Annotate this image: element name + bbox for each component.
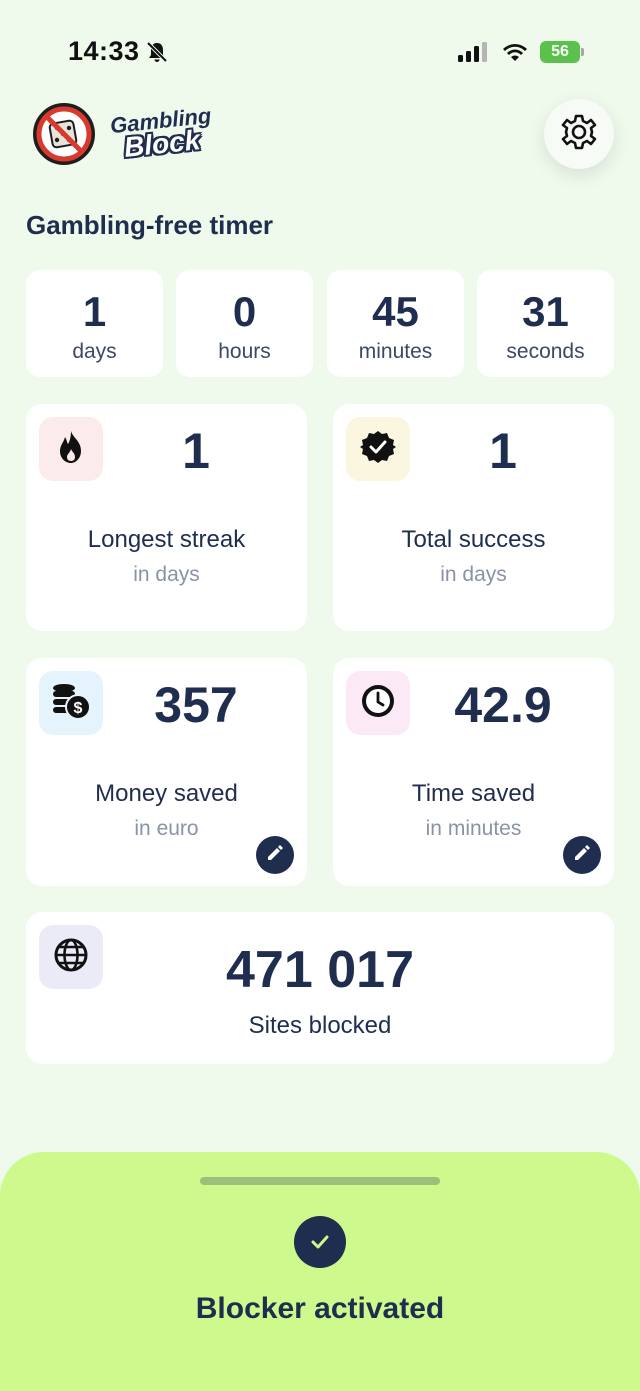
status-bar: 14:33 56 — [0, 0, 640, 100]
settings-button[interactable] — [544, 99, 614, 169]
pencil-icon — [573, 844, 591, 867]
time-saved-label: Time saved — [411, 780, 536, 807]
sheet-drag-handle[interactable] — [200, 1177, 440, 1185]
check-icon — [294, 1216, 346, 1268]
sites-blocked-label: Sites blocked — [248, 1012, 392, 1039]
app-logo: Gambling Block — [32, 100, 222, 170]
clock-icon-tile — [346, 671, 410, 735]
total-success-unit: in days — [440, 563, 507, 586]
logo-text-block: Block — [122, 124, 202, 163]
badge-icon-tile — [346, 417, 410, 481]
battery-icon: 56 — [540, 41, 584, 63]
pencil-icon — [266, 844, 284, 867]
timer-minutes: 45 minutes — [327, 270, 464, 377]
edit-time-button[interactable] — [563, 836, 601, 874]
battery-level: 56 — [551, 43, 569, 60]
timer-unit: seconds — [506, 340, 585, 363]
timer-days: 1 days — [26, 270, 163, 377]
timer-value: 1 — [82, 288, 107, 335]
bell-slash-icon — [145, 40, 169, 64]
coins-icon: $ — [51, 682, 91, 725]
signal-icon — [458, 42, 490, 67]
total-success-card: 1 Total success in days — [333, 404, 614, 631]
time-saved-value: 42.9 — [454, 677, 552, 733]
blocker-status-sheet[interactable]: Blocker activated — [0, 1152, 640, 1391]
total-success-value: 1 — [489, 423, 517, 479]
dice-ban-icon — [32, 102, 96, 166]
edit-money-button[interactable] — [256, 836, 294, 874]
total-success-label: Total success — [401, 526, 546, 553]
longest-streak-card: 1 Longest streak in days — [26, 404, 307, 631]
timer-unit: days — [72, 340, 117, 363]
status-time: 14:33 — [68, 36, 140, 66]
coins-icon-tile: $ — [39, 671, 103, 735]
timer-seconds: 31 seconds — [477, 270, 614, 377]
longest-streak-unit: in days — [133, 563, 200, 586]
timer-unit: hours — [218, 340, 271, 363]
sites-blocked-card: 471 017 Sites blocked — [26, 912, 614, 1064]
time-saved-card: 42.9 Time saved in minutes — [333, 658, 614, 886]
svg-text:$: $ — [74, 700, 83, 717]
money-saved-label: Money saved — [95, 780, 238, 807]
flame-icon — [55, 429, 87, 470]
gear-icon — [560, 113, 598, 156]
timer-hours: 0 hours — [176, 270, 313, 377]
clock-icon — [360, 683, 396, 724]
timer-value: 0 — [232, 288, 257, 335]
flame-icon-tile — [39, 417, 103, 481]
sites-blocked-value: 471 017 — [226, 941, 414, 999]
verified-badge-icon — [360, 429, 396, 470]
timer-value: 31 — [522, 288, 569, 335]
wifi-icon — [502, 42, 528, 67]
money-saved-card: $ 357 Money saved in euro — [26, 658, 307, 886]
longest-streak-value: 1 — [182, 423, 210, 479]
blocker-status-text: Blocker activated — [195, 1292, 445, 1325]
money-saved-value: 357 — [154, 677, 238, 733]
timer-title: Gambling-free timer — [26, 210, 274, 240]
timer-value: 45 — [372, 288, 419, 335]
longest-streak-label: Longest streak — [87, 526, 246, 553]
timer-unit: minutes — [358, 340, 433, 363]
